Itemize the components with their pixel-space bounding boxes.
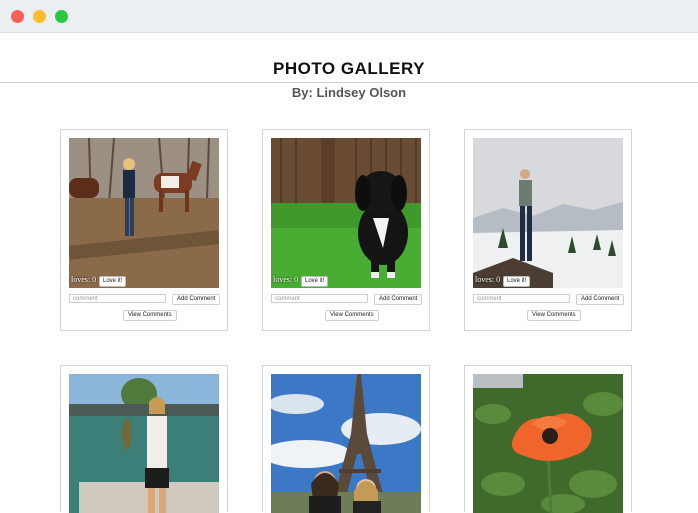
minimize-window-button[interactable] [33, 10, 46, 23]
photo-eiffel[interactable] [271, 374, 421, 513]
loves-count: loves: 0 [475, 275, 501, 284]
view-comments-button[interactable]: View Comments [123, 310, 177, 321]
add-comment-button[interactable]: Add Comment [576, 294, 625, 305]
add-comment-button[interactable]: Add Comment [374, 294, 423, 305]
window-titlebar [0, 0, 698, 33]
loves-count: loves: 0 [71, 275, 97, 284]
view-comments-button[interactable]: View Comments [325, 310, 379, 321]
photo-fishing[interactable] [69, 374, 219, 513]
close-window-button[interactable] [11, 10, 24, 23]
photo-card: loves: 0 Love it! comment Add Comment Vi… [262, 129, 430, 331]
page-author: By: Lindsey Olson [291, 85, 407, 100]
photo-horses[interactable] [69, 138, 219, 288]
photo-card: loves: 0 Love it! comment Add Comment Vi… [60, 129, 228, 331]
photo-card [262, 365, 430, 513]
comment-input[interactable]: comment [69, 294, 166, 303]
love-it-button[interactable]: Love it! [301, 276, 329, 287]
love-it-button[interactable]: Love it! [99, 276, 127, 287]
comment-input[interactable]: comment [473, 294, 570, 303]
page-title: PHOTO GALLERY [273, 59, 425, 78]
photo-mountain[interactable] [473, 138, 623, 288]
comment-input[interactable]: comment [271, 294, 368, 303]
photo-card [60, 365, 228, 513]
add-comment-button[interactable]: Add Comment [172, 294, 221, 305]
photo-card: loves: 0 Love it! comment Add Comment Vi… [464, 129, 632, 331]
title-divider [0, 82, 698, 83]
photo-dog[interactable] [271, 138, 421, 288]
loves-count: loves: 0 [273, 275, 299, 284]
zoom-window-button[interactable] [55, 10, 68, 23]
view-comments-button[interactable]: View Comments [527, 310, 581, 321]
photo-poppy[interactable] [473, 374, 623, 513]
love-it-button[interactable]: Love it! [503, 276, 531, 287]
photo-card [464, 365, 632, 513]
